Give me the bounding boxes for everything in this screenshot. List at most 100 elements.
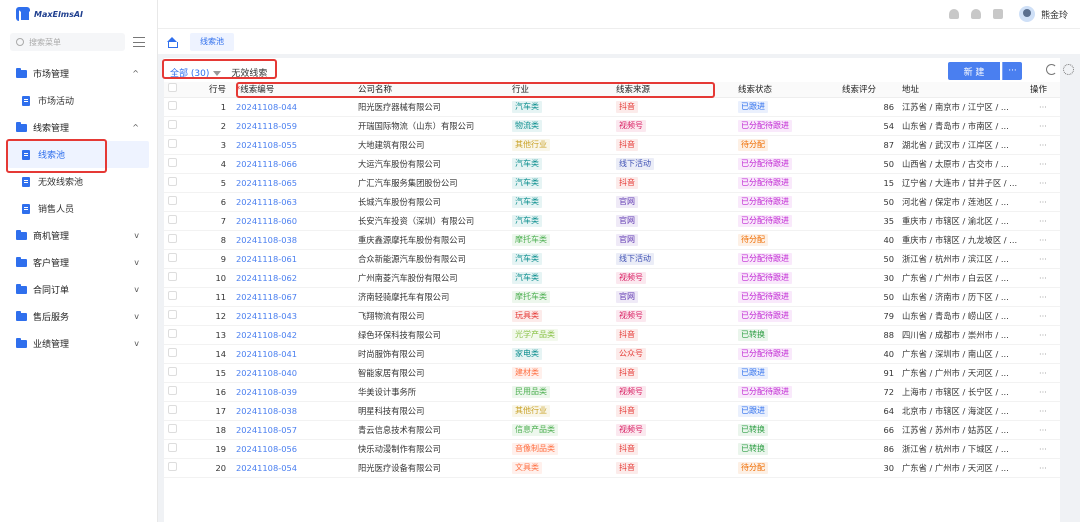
row-select[interactable] <box>164 97 192 117</box>
lead-code[interactable]: 20241108-038 <box>232 401 354 421</box>
row-select[interactable] <box>164 268 192 288</box>
row-checkbox[interactable] <box>168 367 177 376</box>
lead-code[interactable]: 20241108-044 <box>232 97 354 117</box>
row-select[interactable] <box>164 287 192 307</box>
menu-item-invalid-leads[interactable]: 无效线索池 <box>0 168 157 195</box>
lead-code[interactable]: 20241118-059 <box>232 116 354 136</box>
header-status[interactable]: 线索状态 <box>734 82 838 98</box>
row-checkbox[interactable] <box>168 386 177 395</box>
username[interactable]: 熊金玲 <box>1041 8 1068 21</box>
user-icon[interactable] <box>970 9 981 19</box>
lead-code[interactable]: 20241118-061 <box>232 249 354 269</box>
header-address[interactable]: 地址 <box>898 82 1026 98</box>
table-row[interactable]: 19 20241108-056 快乐动漫制作有限公司 音像制品类 抖音 已转换 86 浙江省 … <box>164 439 1060 459</box>
row-select[interactable] <box>164 230 192 250</box>
row-select[interactable] <box>164 211 192 231</box>
row-checkbox[interactable] <box>168 215 177 224</box>
avatar[interactable] <box>1018 6 1035 22</box>
row-checkbox[interactable] <box>168 139 177 148</box>
row-actions-icon[interactable]: ··· <box>1026 325 1060 345</box>
row-checkbox[interactable] <box>168 462 177 471</box>
table-row[interactable]: 13 20241108-042 绿色环保科技有限公司 光学产品类 抖音 已转换 88 四川省 … <box>164 325 1060 345</box>
row-checkbox[interactable] <box>168 291 177 300</box>
table-row[interactable]: 4 20241118-066 大运汽车股份有限公司 汽车类 线下活动 已分配待跟进 50 山西… <box>164 154 1060 174</box>
lead-code[interactable]: 20241108-041 <box>232 344 354 364</box>
row-actions-icon[interactable]: ··· <box>1026 439 1060 459</box>
table-row[interactable]: 10 20241118-062 广州南菱汽车股份有限公司 汽车类 视频号 已分配待跟进 30… <box>164 268 1060 288</box>
row-actions-icon[interactable]: ··· <box>1026 344 1060 364</box>
lead-code[interactable]: 20241108-039 <box>232 382 354 402</box>
menu-item-lead-pool[interactable]: 线索池 <box>8 141 149 168</box>
table-row[interactable]: 14 20241108-041 时尚服饰有限公司 家电类 公众号 已分配待跟进 40 广东省 … <box>164 344 1060 364</box>
row-actions-icon[interactable]: ··· <box>1026 173 1060 193</box>
table-row[interactable]: 15 20241108-040 智能家居有限公司 建材类 抖音 已跟进 91 广东省 / 广州… <box>164 363 1060 383</box>
table-row[interactable]: 1 20241108-044 阳光医疗器械有限公司 汽车类 抖音 已跟进 86 江苏省 / 南… <box>164 97 1060 117</box>
lead-code[interactable]: 20241108-057 <box>232 420 354 440</box>
more-button[interactable]: ··· <box>1002 62 1022 80</box>
table-row[interactable]: 5 20241118-065 广汇汽车服务集团股份公司 汽车类 抖音 已分配待跟进 15 辽宁… <box>164 173 1060 193</box>
table-row[interactable]: 8 20241108-038 重庆鑫源摩托车股份有限公司 摩托车类 官网 待分配 40 重庆市… <box>164 230 1060 250</box>
row-checkbox[interactable] <box>168 196 177 205</box>
menu-group-contract[interactable]: 合同订单 v <box>0 276 157 303</box>
row-actions-icon[interactable]: ··· <box>1026 211 1060 231</box>
row-actions-icon[interactable]: ··· <box>1026 135 1060 155</box>
row-actions-icon[interactable]: ··· <box>1026 458 1060 478</box>
header-score[interactable]: 线索评分 <box>838 82 898 98</box>
row-checkbox[interactable] <box>168 120 177 129</box>
lead-code[interactable]: 20241108-056 <box>232 439 354 459</box>
row-checkbox[interactable] <box>168 329 177 338</box>
lead-code[interactable]: 20241108-038 <box>232 230 354 250</box>
row-select[interactable] <box>164 135 192 155</box>
row-select[interactable] <box>164 325 192 345</box>
row-select[interactable] <box>164 154 192 174</box>
lead-code[interactable]: 20241118-063 <box>232 192 354 212</box>
row-checkbox[interactable] <box>168 234 177 243</box>
row-actions-icon[interactable]: ··· <box>1026 230 1060 250</box>
row-actions-icon[interactable]: ··· <box>1026 268 1060 288</box>
row-select[interactable] <box>164 458 192 478</box>
table-row[interactable]: 20 20241108-054 阳光医疗设备有限公司 文具类 抖音 待分配 30 广东省 / … <box>164 458 1060 478</box>
row-select[interactable] <box>164 249 192 269</box>
menu-search-input[interactable]: 搜索菜单 <box>10 33 125 51</box>
row-actions-icon[interactable]: ··· <box>1026 401 1060 421</box>
filter-all[interactable]: 全部 (30) <box>164 66 222 79</box>
menu-group-aftersales[interactable]: 售后服务 v <box>0 303 157 330</box>
row-checkbox[interactable] <box>168 101 177 110</box>
theme-icon[interactable] <box>992 9 1003 19</box>
select-all-checkbox[interactable] <box>168 83 177 93</box>
row-checkbox[interactable] <box>168 405 177 414</box>
home-icon[interactable] <box>166 36 178 48</box>
menu-group-customer[interactable]: 客户管理 v <box>0 249 157 276</box>
row-actions-icon[interactable]: ··· <box>1026 306 1060 326</box>
menu-group-performance[interactable]: 业绩管理 v <box>0 330 157 357</box>
tab-lead-pool[interactable]: 线索池 <box>190 32 234 51</box>
lead-code[interactable]: 20241118-065 <box>232 173 354 193</box>
row-actions-icon[interactable]: ··· <box>1026 363 1060 383</box>
table-row[interactable]: 6 20241118-063 长城汽车股份有限公司 汽车类 官网 已分配待跟进 50 河北省 … <box>164 192 1060 212</box>
row-checkbox[interactable] <box>168 158 177 167</box>
row-actions-icon[interactable]: ··· <box>1026 97 1060 117</box>
row-actions-icon[interactable]: ··· <box>1026 192 1060 212</box>
row-checkbox[interactable] <box>168 443 177 452</box>
row-actions-icon[interactable]: ··· <box>1026 154 1060 174</box>
lead-code[interactable]: 20241118-062 <box>232 268 354 288</box>
row-actions-icon[interactable]: ··· <box>1026 116 1060 136</box>
row-actions-icon[interactable]: ··· <box>1026 420 1060 440</box>
row-select[interactable] <box>164 439 192 459</box>
row-select[interactable] <box>164 401 192 421</box>
bell-icon[interactable] <box>948 9 959 19</box>
row-actions-icon[interactable]: ··· <box>1026 287 1060 307</box>
lead-code[interactable]: 20241118-060 <box>232 211 354 231</box>
row-select[interactable] <box>164 116 192 136</box>
row-checkbox[interactable] <box>168 348 177 357</box>
filter-invalid[interactable]: 无效线索 <box>231 66 267 79</box>
lead-code[interactable]: 20241108-040 <box>232 363 354 383</box>
lead-code[interactable]: 20241108-054 <box>232 458 354 478</box>
lead-code[interactable]: 20241118-043 <box>232 306 354 326</box>
row-actions-icon[interactable]: ··· <box>1026 382 1060 402</box>
table-row[interactable]: 12 20241118-043 飞翔物流有限公司 玩具类 视频号 已分配待跟进 79 山东省 … <box>164 306 1060 326</box>
row-checkbox[interactable] <box>168 424 177 433</box>
header-source[interactable]: 线索来源 <box>612 82 734 98</box>
row-select[interactable] <box>164 306 192 326</box>
lead-code[interactable]: 20241108-042 <box>232 325 354 345</box>
